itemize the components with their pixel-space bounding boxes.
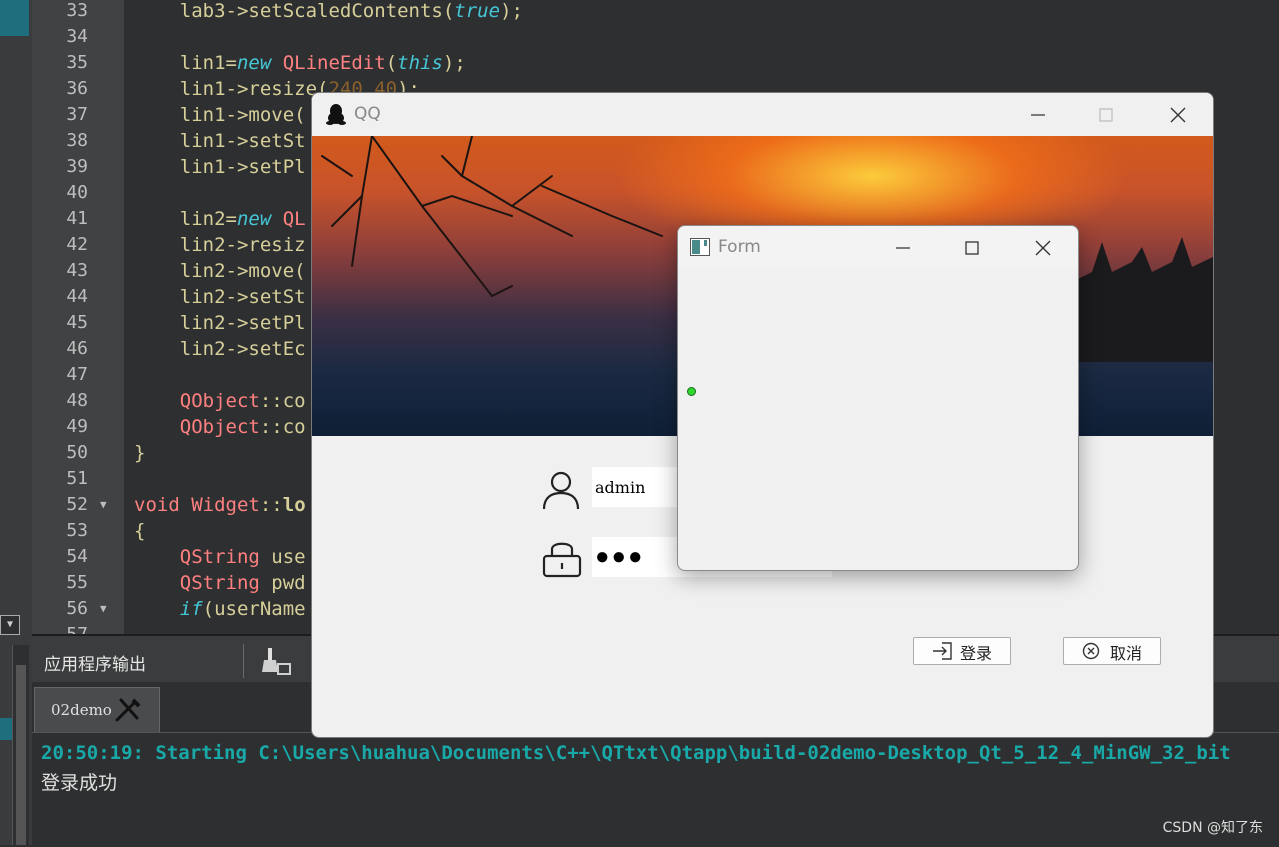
line-number: 51 <box>66 468 88 489</box>
sidebar-selection[interactable] <box>0 0 29 36</box>
line-number: 53 <box>66 520 88 541</box>
user-icon <box>542 471 580 510</box>
maximize-icon[interactable] <box>958 234 986 262</box>
qq-titlebar[interactable]: QQ <box>312 93 1213 136</box>
line-number: 54 <box>66 546 88 567</box>
code-line[interactable]: lin2->setSt <box>134 284 306 310</box>
close-icon[interactable] <box>1029 234 1057 262</box>
code-line[interactable]: QObject::co <box>134 414 306 440</box>
line-number: 41 <box>66 208 88 229</box>
login-icon <box>933 642 952 660</box>
line-number: 33 <box>66 0 88 21</box>
code-line[interactable]: lin1->move( <box>134 102 306 128</box>
watermark: CSDN @知了东 <box>1162 820 1263 836</box>
lock-icon <box>542 542 582 578</box>
app-window-icon <box>690 238 710 256</box>
line-number: 39 <box>66 156 88 177</box>
line-number: 34 <box>66 26 88 47</box>
code-line[interactable]: { <box>134 518 145 544</box>
line-number: 46 <box>66 338 88 359</box>
cancel-icon <box>1082 642 1100 660</box>
line-number: 50 <box>66 442 88 463</box>
status-dot <box>687 387 696 396</box>
line-number: 37 <box>66 104 88 125</box>
line-number: 56 <box>66 598 88 619</box>
line-number: 49 <box>66 416 88 437</box>
line-number: 35 <box>66 52 88 73</box>
code-line[interactable]: QString use <box>134 544 306 570</box>
code-line[interactable]: lin1->setPl <box>134 154 306 180</box>
line-number: 42 <box>66 234 88 255</box>
code-line[interactable]: QString pwd <box>134 570 306 596</box>
code-line[interactable]: lin2=new QL <box>134 206 306 232</box>
code-line[interactable]: QObject::co <box>134 388 306 414</box>
output-starting-line: 20:50:19: Starting C:\Users\huahua\Docum… <box>41 742 1231 764</box>
code-line[interactable]: lin2->resiz <box>134 232 306 258</box>
minimize-icon[interactable] <box>889 234 917 262</box>
code-line[interactable]: lin2->setEc <box>134 336 306 362</box>
minimize-icon[interactable] <box>1024 101 1052 129</box>
scrollbar-thumb[interactable] <box>16 665 26 845</box>
line-number: 43 <box>66 260 88 281</box>
qq-penguin-icon <box>326 104 346 125</box>
output-login-success-line: 登录成功 <box>41 772 118 794</box>
line-number: 48 <box>66 390 88 411</box>
line-number: 47 <box>66 364 88 385</box>
tab-02demo[interactable]: 02demo <box>34 687 160 732</box>
close-icon[interactable] <box>1164 101 1192 129</box>
chevron-down-icon[interactable]: ▼ <box>0 615 20 635</box>
ide-left-strip: ▼ <box>0 0 32 845</box>
cancel-button-label: 取消 <box>1110 644 1143 663</box>
code-line[interactable]: lin2->setPl <box>134 310 306 336</box>
line-number: 38 <box>66 130 88 151</box>
code-line[interactable]: void Widget::lo <box>134 492 306 518</box>
code-line[interactable]: if(userName <box>134 596 306 622</box>
tab-label: 02demo <box>51 701 112 719</box>
vertical-scrollbar[interactable] <box>12 645 29 845</box>
line-number: 40 <box>66 182 88 203</box>
tree-branches <box>321 136 663 297</box>
line-number: 55 <box>66 572 88 593</box>
form-window: Form <box>677 225 1079 571</box>
line-number: 36 <box>66 78 88 99</box>
line-number: 45 <box>66 312 88 333</box>
fold-arrow-icon[interactable]: ▼ <box>100 602 107 615</box>
code-line[interactable]: } <box>134 440 145 466</box>
qq-window-title: QQ <box>354 104 381 124</box>
output-pane-title: 应用程序输出 <box>44 655 146 675</box>
sidebar-selection-lower[interactable] <box>0 718 12 740</box>
form-titlebar[interactable]: Form <box>678 226 1078 269</box>
stop-icon[interactable] <box>113 696 141 724</box>
clear-output-icon[interactable] <box>262 646 292 676</box>
cancel-button[interactable]: 取消 <box>1063 637 1161 665</box>
line-number: 52 <box>66 494 88 515</box>
code-line[interactable]: lin1=new QLineEdit(this); <box>134 50 466 76</box>
form-window-title: Form <box>718 237 761 257</box>
maximize-icon[interactable] <box>1092 101 1120 129</box>
code-line[interactable]: lin2->move( <box>134 258 306 284</box>
code-line[interactable]: lab3->setScaledContents(true); <box>134 0 523 24</box>
fold-arrow-icon[interactable]: ▼ <box>100 498 107 511</box>
login-button-label: 登录 <box>960 644 993 663</box>
code-line[interactable]: lin1->setSt <box>134 128 306 154</box>
login-button[interactable]: 登录 <box>913 637 1011 665</box>
divider <box>243 644 244 678</box>
line-number: 44 <box>66 286 88 307</box>
